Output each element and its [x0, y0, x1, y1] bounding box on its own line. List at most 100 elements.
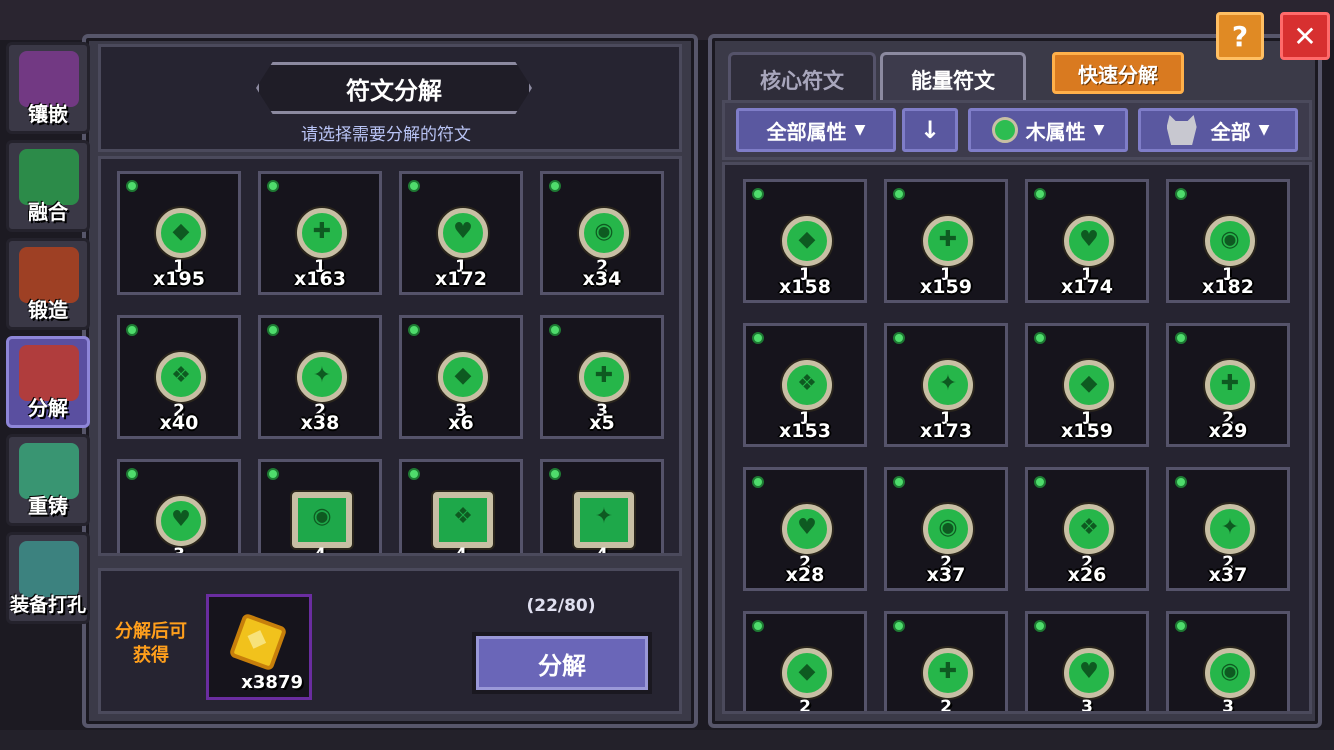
energy-rune-icon: ✚ — [579, 352, 629, 402]
rune-count: x158 — [779, 276, 831, 298]
rune-count: x153 — [779, 420, 831, 442]
drill-icon — [19, 541, 79, 597]
yield-label: 分解后可获得 — [115, 621, 187, 666]
rune-glyph-icon: ◉ — [594, 219, 614, 244]
sidebar-item-0[interactable]: 镶嵌 — [6, 42, 90, 134]
rune-slot[interactable]: ✦ 1 x173 — [884, 323, 1008, 447]
rune-slot[interactable]: ♥ 1 x172 — [399, 171, 523, 295]
energy-rune-icon: ◉ — [1205, 216, 1255, 266]
wood-element-icon — [893, 188, 905, 200]
rune-glyph-icon: ♥ — [1079, 227, 1099, 252]
rune-glyph-icon: ♥ — [171, 507, 191, 532]
sidebar-item-4[interactable]: 重铸 — [6, 434, 90, 526]
rune-slot[interactable]: ◉ 4 — [258, 459, 382, 553]
rune-slot[interactable]: ✚ 3 x5 — [540, 315, 664, 439]
wood-element-icon — [1175, 476, 1187, 488]
rune-count: x34 — [582, 268, 622, 290]
energy-rune-icon: ✚ — [923, 216, 973, 266]
rune-slot[interactable]: ◆ 1 x159 — [1025, 323, 1149, 447]
rune-glyph-icon: ✦ — [1220, 515, 1240, 540]
energy-rune-icon: ♥ — [1064, 648, 1114, 698]
rune-slot[interactable]: ❖ 4 — [399, 459, 523, 553]
yield-item-slot[interactable]: x3879 — [206, 594, 312, 700]
tab-energy-runes[interactable]: 能量符文 — [880, 52, 1026, 104]
wood-element-icon — [408, 324, 420, 336]
rune-slot[interactable]: ♥ 3 — [117, 459, 241, 553]
energy-rune-icon: ✦ — [297, 352, 347, 402]
wood-element-icon — [267, 324, 279, 336]
rune-slot[interactable]: ◆ 2 — [743, 611, 867, 714]
rune-slot[interactable]: ◉ 3 — [1166, 611, 1290, 711]
energy-rune-icon: ✚ — [1205, 360, 1255, 410]
energy-rune-icon: ✚ — [297, 208, 347, 258]
rune-slot[interactable]: ◉ 2 x34 — [540, 171, 664, 295]
rune-slot[interactable]: ◆ 3 x6 — [399, 315, 523, 439]
rune-slot[interactable]: ✚ 2 x29 — [1166, 323, 1290, 447]
wood-element-icon — [1034, 620, 1046, 632]
rune-glyph-icon: ◆ — [454, 363, 472, 388]
rune-count: x6 — [448, 412, 474, 434]
wood-element-icon — [549, 468, 561, 480]
rune-glyph-icon: ◆ — [798, 227, 816, 252]
rune-slot[interactable]: ◆ 1 x195 — [117, 171, 241, 295]
rune-glyph-icon: ◆ — [172, 219, 190, 244]
rune-level: 2 — [799, 697, 811, 714]
rune-slot[interactable]: ♥ 1 x174 — [1025, 179, 1149, 303]
energy-rune-icon: ◉ — [579, 208, 629, 258]
wood-element-icon — [1034, 332, 1046, 344]
rune-slot[interactable]: ✦ 2 x37 — [1166, 467, 1290, 591]
arrow-down-icon: ↓ — [919, 116, 941, 144]
monster-filter-dropdown[interactable]: 全部 ▼ — [1138, 108, 1298, 152]
rune-glyph-icon: ❖ — [1079, 515, 1099, 540]
help-button[interactable]: ? — [1216, 12, 1264, 60]
rune-slot[interactable]: ❖ 1 x153 — [743, 323, 867, 447]
sidebar-item-3[interactable]: 分解 — [6, 336, 90, 428]
sort-order-button[interactable]: ↓ — [902, 108, 958, 152]
energy-rune-icon: ❖ — [782, 360, 832, 410]
decompose-button[interactable]: 分解 — [472, 632, 652, 694]
rune-slot[interactable]: ✚ 1 x163 — [258, 171, 382, 295]
quick-decompose-button[interactable]: 快速分解 — [1052, 52, 1184, 94]
close-button[interactable]: ✕ — [1280, 12, 1330, 60]
energy-rune-icon: ◆ — [438, 352, 488, 402]
energy-rune-icon: ◉ — [923, 504, 973, 554]
element-filter-dropdown[interactable]: 木属性 ▼ — [968, 108, 1128, 152]
rune-count: x26 — [1067, 564, 1107, 586]
sidebar-item-1[interactable]: 融合 — [6, 140, 90, 232]
chevron-down-icon: ▼ — [1093, 122, 1105, 138]
rune-glyph-icon: ♥ — [797, 515, 817, 540]
wood-element-icon — [991, 117, 1018, 143]
rune-slot[interactable]: ♥ 2 x28 — [743, 467, 867, 591]
rune-slot[interactable]: ✦ 2 x38 — [258, 315, 382, 439]
wood-element-icon — [1175, 620, 1187, 632]
rune-count: x29 — [1208, 420, 1248, 442]
rune-slot[interactable]: ♥ 3 — [1025, 611, 1149, 711]
rune-level: 2 — [940, 697, 952, 714]
attribute-filter-dropdown[interactable]: 全部属性 ▼ — [736, 108, 896, 152]
rune-slot[interactable]: ❖ 2 x26 — [1025, 467, 1149, 591]
rune-slot[interactable]: ◉ 1 x182 — [1166, 179, 1290, 303]
rune-count: x5 — [589, 412, 615, 434]
energy-rune-icon: ◉ — [292, 492, 352, 548]
rune-count: x173 — [920, 420, 972, 442]
energy-rune-icon: ♥ — [782, 504, 832, 554]
rune-decompose-panel: 符文分解 请选择需要分解的符文 ◆ 1 x195 ✚ 1 x163 ♥ 1 x172 ◉ 2 x34 ❖… — [82, 34, 698, 728]
sidebar-item-2[interactable]: 锻造 — [6, 238, 90, 330]
rune-glyph-icon: ✦ — [312, 363, 332, 388]
selection-progress: (22/80) — [526, 596, 596, 616]
rune-slot[interactable]: ✦ 4 — [540, 459, 664, 553]
rune-glyph-icon: ♥ — [453, 219, 473, 244]
rune-slot[interactable]: ✚ 1 x159 — [884, 179, 1008, 303]
tab-core-runes[interactable]: 核心符文 — [728, 52, 876, 104]
rune-slot[interactable]: ❖ 2 x40 — [117, 315, 241, 439]
rune-count: x163 — [294, 268, 346, 290]
energy-rune-icon: ◆ — [1064, 360, 1114, 410]
rune-slot[interactable]: ◆ 1 x158 — [743, 179, 867, 303]
rune-slot[interactable]: ✚ 2 — [884, 611, 1008, 714]
wood-element-icon — [1034, 188, 1046, 200]
sidebar-item-5[interactable]: 装备打孔 — [6, 532, 90, 624]
rune-slot[interactable]: ◉ 2 x37 — [884, 467, 1008, 591]
rune-glyph-icon: ❖ — [797, 371, 817, 396]
wood-element-icon — [752, 476, 764, 488]
sidebar-item-label: 镶嵌 — [28, 102, 68, 126]
